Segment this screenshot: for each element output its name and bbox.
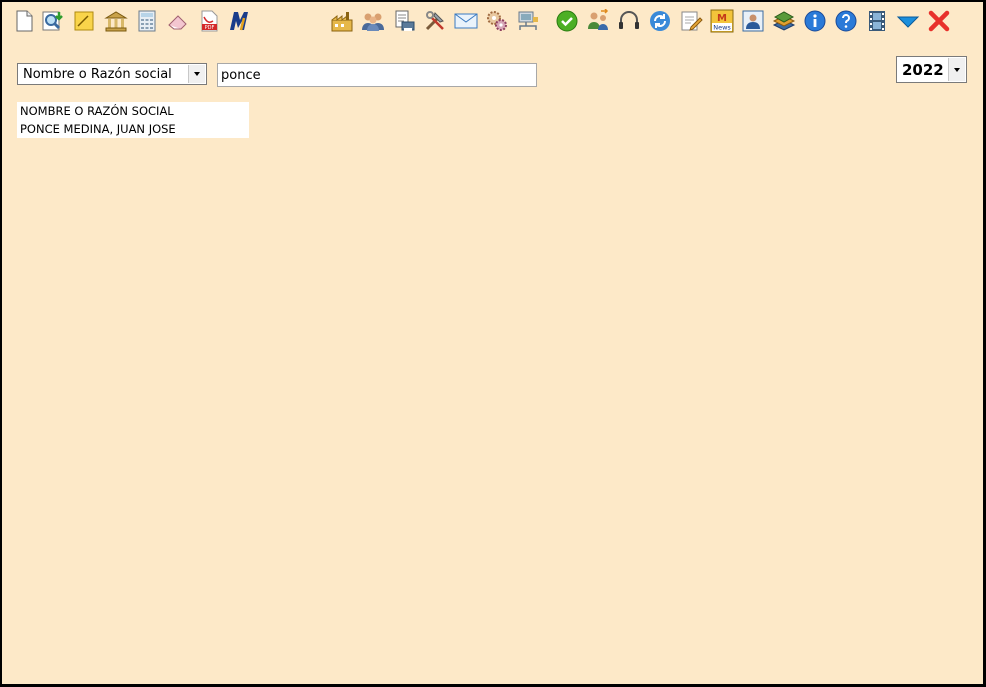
bank-icon[interactable] — [104, 9, 128, 33]
results-header: NOMBRE O RAZÓN SOCIAL — [20, 104, 174, 118]
svg-text:PDF: PDF — [205, 25, 215, 31]
list-item[interactable]: PONCE MEDINA, JUAN JOSE — [17, 120, 249, 138]
factory-icon[interactable] — [330, 9, 354, 33]
edit-note-icon[interactable] — [679, 9, 703, 33]
new-document-icon[interactable] — [12, 9, 36, 33]
tools-icon[interactable] — [423, 9, 447, 33]
calculator-icon[interactable] — [135, 9, 159, 33]
network-icon[interactable] — [516, 9, 540, 33]
refresh-icon[interactable] — [648, 9, 672, 33]
search-field-select[interactable]: Nombre o Razón social — [17, 63, 207, 85]
info-icon[interactable] — [803, 9, 827, 33]
document-print-icon[interactable] — [392, 9, 416, 33]
contact-card-icon[interactable] — [741, 9, 765, 33]
search-field-value: Nombre o Razón social — [23, 67, 172, 82]
dropdown-arrow-icon[interactable] — [896, 9, 920, 33]
svg-text:News: News — [713, 24, 731, 32]
close-icon[interactable] — [927, 9, 951, 33]
mail-icon[interactable] — [454, 9, 478, 33]
film-icon[interactable] — [865, 9, 889, 33]
year-select[interactable]: 2022 — [896, 56, 967, 83]
users-group-icon[interactable] — [361, 9, 385, 33]
pdf-icon[interactable]: PDF — [197, 9, 221, 33]
news-icon[interactable]: M News — [710, 9, 734, 33]
search-input[interactable] — [217, 63, 537, 87]
eraser-icon[interactable] — [166, 9, 190, 33]
results-list: NOMBRE O RAZÓN SOCIAL PONCE MEDINA, JUAN… — [17, 102, 249, 138]
settings-gears-icon[interactable] — [485, 9, 509, 33]
chevron-down-icon[interactable] — [188, 65, 205, 83]
user-transfer-icon[interactable] — [586, 9, 610, 33]
search-download-icon[interactable] — [41, 9, 65, 33]
headset-icon[interactable] — [617, 9, 641, 33]
help-icon[interactable] — [834, 9, 858, 33]
chevron-down-icon[interactable] — [948, 58, 965, 81]
svg-text:M: M — [717, 13, 727, 24]
sticky-note-icon[interactable] — [72, 9, 96, 33]
brand-logo-icon[interactable] — [228, 9, 252, 33]
year-value: 2022 — [902, 61, 944, 79]
checkmark-icon[interactable] — [555, 9, 579, 33]
main-window: PDF M News Nombre o Razón social ponce 2… — [2, 2, 983, 684]
books-icon[interactable] — [772, 9, 796, 33]
